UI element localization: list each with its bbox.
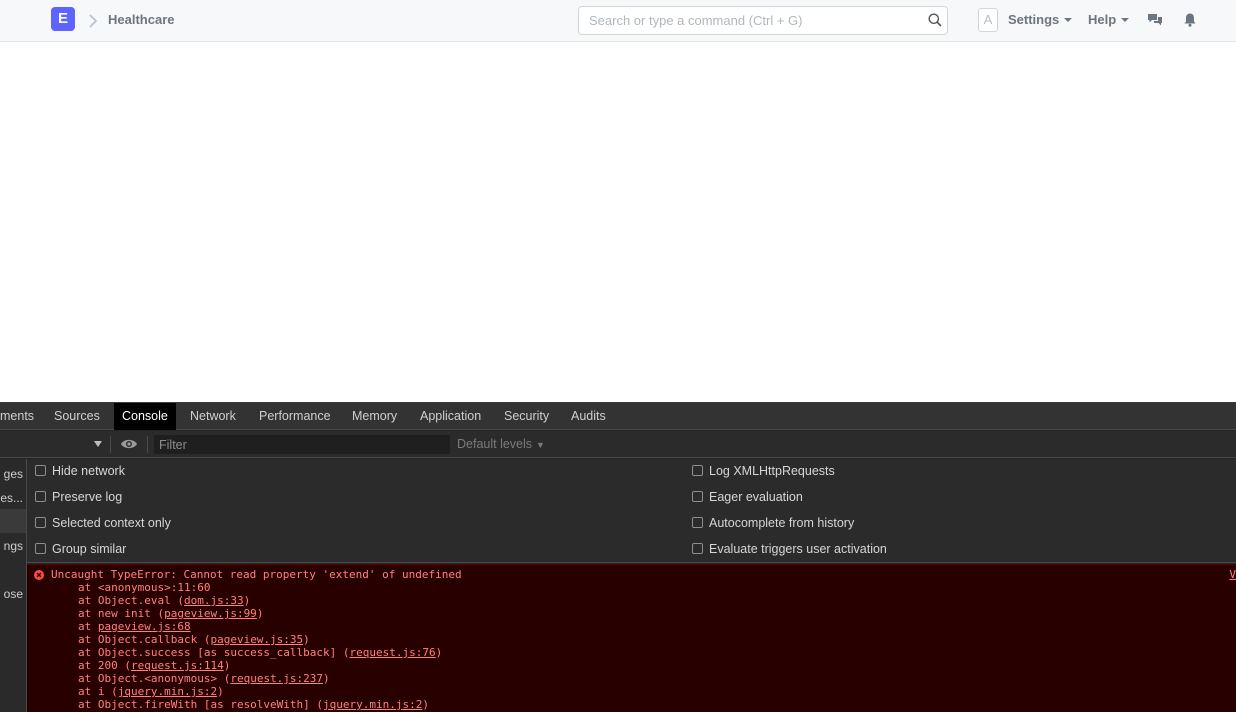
stack-trace-link[interactable]: jquery.min.js:2 <box>323 698 422 711</box>
settings-menu-label: Settings <box>1008 12 1060 27</box>
stack-trace-link[interactable]: request.js:237 <box>230 672 323 685</box>
caret-down-icon: ▼ <box>536 440 545 450</box>
error-source-link[interactable]: V <box>1229 568 1236 581</box>
tab-sources[interactable]: Sources <box>54 403 100 430</box>
stack-trace-line: at Object.success [as success_callback] … <box>78 646 443 659</box>
checkbox[interactable] <box>692 543 703 554</box>
stack-trace-line: at Object.callback (pageview.js:35) <box>78 633 310 646</box>
toolbar-divider <box>147 436 148 453</box>
stack-trace-line: at Object.<anonymous> (request.js:237) <box>78 672 330 685</box>
context-dropdown-icon[interactable] <box>94 441 102 447</box>
caret-down-icon <box>1121 18 1130 22</box>
stack-trace-line: at Object.eval (dom.js:33) <box>78 594 251 607</box>
checkbox[interactable] <box>35 543 46 554</box>
checkbox[interactable] <box>35 465 46 476</box>
group-similar-option[interactable]: Group similar <box>35 542 126 556</box>
checkbox[interactable] <box>35 517 46 528</box>
console-sidebar: ges es... ngs ose <box>0 459 27 712</box>
error-icon <box>34 570 44 580</box>
console-filter-input[interactable] <box>154 435 450 454</box>
stack-trace-link[interactable]: jquery.min.js:2 <box>118 685 217 698</box>
tab-console[interactable]: Console <box>114 403 176 430</box>
search-icon[interactable] <box>928 13 942 27</box>
log-levels-dropdown[interactable]: Default levels ▼ <box>457 437 545 451</box>
eye-icon[interactable] <box>120 438 138 450</box>
stack-trace-line: at <anonymous>:11:60 <box>78 581 211 594</box>
stack-trace-link[interactable]: request.js:76 <box>350 646 436 659</box>
console-settings-pane: Hide network Preserve log Selected conte… <box>27 459 1236 563</box>
chat-icon[interactable] <box>1147 12 1163 28</box>
user-avatar[interactable]: A <box>978 8 998 32</box>
breadcrumb-healthcare[interactable]: Healthcare <box>108 12 174 27</box>
tab-elements[interactable]: ments <box>0 403 34 430</box>
eager-evaluation-option[interactable]: Eager evaluation <box>692 490 803 504</box>
error-text: Uncaught TypeError: Cannot read property… <box>51 568 462 581</box>
sidebar-item-user-messages[interactable]: es... <box>0 491 23 505</box>
console-error-message: Uncaught TypeError: Cannot read property… <box>27 564 1236 712</box>
tab-network[interactable]: Network <box>190 403 236 430</box>
stack-trace-link[interactable]: pageview.js:68 <box>98 620 191 633</box>
stack-trace-line: at new init (pageview.js:99) <box>78 607 264 620</box>
stack-trace-line: at i (jquery.min.js:2) <box>78 685 224 698</box>
sidebar-item-messages[interactable]: ges <box>4 467 23 481</box>
tab-security[interactable]: Security <box>504 403 549 430</box>
preserve-log-option[interactable]: Preserve log <box>35 490 122 504</box>
toolbar-divider <box>110 436 111 453</box>
help-menu[interactable]: Help <box>1088 12 1130 27</box>
sidebar-item-warnings[interactable]: ngs <box>4 539 23 553</box>
checkbox[interactable] <box>692 517 703 528</box>
evaluate-triggers-user-activation-option[interactable]: Evaluate triggers user activation <box>692 542 887 556</box>
tab-application[interactable]: Application <box>420 403 481 430</box>
bell-icon[interactable] <box>1182 12 1198 28</box>
sidebar-item-verbose[interactable]: ose <box>4 587 23 601</box>
console-toolbar: Default levels▼ <box>0 431 1236 458</box>
selected-context-only-option[interactable]: Selected context only <box>35 516 171 530</box>
app-logo[interactable]: E <box>51 7 75 31</box>
caret-down-icon <box>1064 18 1073 22</box>
stack-trace-link[interactable]: dom.js:33 <box>184 594 244 607</box>
stack-trace-link[interactable]: pageview.js:35 <box>210 633 303 646</box>
stack-trace-line: at pageview.js:68 <box>78 620 191 633</box>
checkbox[interactable] <box>692 465 703 476</box>
devtools-panel: ments Sources Console Network Performanc… <box>0 402 1236 712</box>
devtools-tabbar: ments Sources Console Network Performanc… <box>0 403 1236 430</box>
checkbox[interactable] <box>692 491 703 502</box>
stack-trace-line: at Object.fireWith [as resolveWith] (jqu… <box>78 698 430 711</box>
settings-menu[interactable]: Settings <box>1008 12 1073 27</box>
stack-trace-line: at 200 (request.js:114) <box>78 659 231 672</box>
autocomplete-from-history-option[interactable]: Autocomplete from history <box>692 516 854 530</box>
sidebar-selected-row <box>0 509 26 533</box>
tab-performance[interactable]: Performance <box>259 403 331 430</box>
help-menu-label: Help <box>1088 12 1117 27</box>
log-levels-label: Default levels <box>457 437 533 451</box>
stack-trace: at <anonymous>:11:60 at Object.eval (dom.… <box>78 581 442 711</box>
stack-trace-link[interactable]: pageview.js:99 <box>164 607 257 620</box>
tab-memory[interactable]: Memory <box>352 403 397 430</box>
chevron-right-icon <box>89 14 98 28</box>
tab-audits[interactable]: Audits <box>571 403 606 430</box>
checkbox[interactable] <box>35 491 46 502</box>
log-xmlhttprequests-option[interactable]: Log XMLHttpRequests <box>692 464 835 478</box>
app-navbar: E Healthcare A Settings Help <box>0 0 1236 42</box>
stack-trace-link[interactable]: request.js:114 <box>131 659 224 672</box>
hide-network-option[interactable]: Hide network <box>35 464 125 478</box>
awesome-bar-search-input[interactable] <box>578 6 948 35</box>
